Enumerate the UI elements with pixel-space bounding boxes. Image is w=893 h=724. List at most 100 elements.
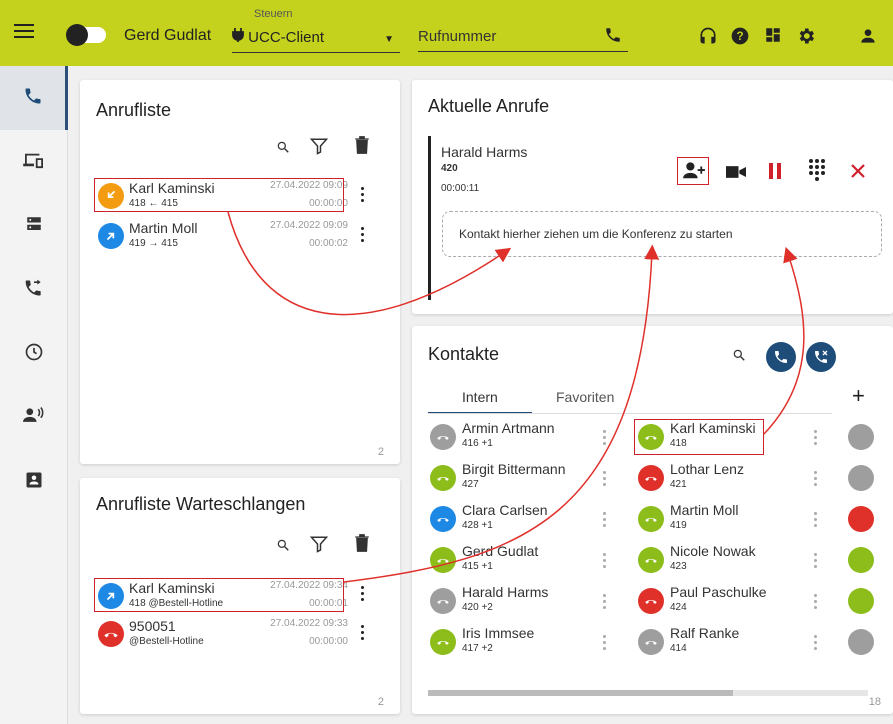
contact-item[interactable]: Lothar Lenz 421 — [636, 461, 806, 499]
sidebar-item-devices[interactable] — [0, 130, 68, 194]
contact-status-icon — [430, 588, 456, 614]
filter-icon[interactable] — [309, 137, 329, 160]
contact-status-icon[interactable] — [848, 629, 874, 655]
active-call-bar — [428, 136, 431, 300]
contact-detail: 420 +2 — [462, 602, 493, 613]
sidebar-item-calls[interactable] — [0, 66, 68, 130]
more-options-icon[interactable] — [814, 471, 818, 489]
contact-status-icon — [430, 465, 456, 491]
hang-up-close-icon[interactable] — [850, 163, 866, 184]
active-call-timer: 00:00:11 — [441, 183, 480, 194]
contact-item[interactable]: Martin Moll 419 — [636, 502, 806, 540]
presence-toggle[interactable] — [66, 24, 106, 46]
sidebar-item-forwarding[interactable] — [0, 258, 68, 322]
more-options-icon[interactable] — [361, 227, 365, 245]
contact-item[interactable]: Iris Immsee 417 +2 — [428, 625, 598, 663]
more-options-icon[interactable] — [361, 586, 365, 604]
control-select[interactable]: UCC-Client ▼ — [232, 28, 400, 53]
contact-detail: 419 — [670, 520, 687, 531]
more-options-icon[interactable] — [603, 594, 607, 612]
more-options-icon[interactable] — [603, 430, 607, 448]
contact-detail: 421 — [670, 479, 687, 490]
contact-status-icon[interactable] — [848, 588, 874, 614]
highlight-box — [94, 578, 344, 612]
contact-item[interactable]: Clara Carlsen 428 +1 — [428, 502, 598, 540]
contact-name: Iris Immsee — [462, 625, 535, 641]
more-options-icon[interactable] — [814, 553, 818, 571]
more-options-icon[interactable] — [603, 471, 607, 489]
dial-phone-icon[interactable] — [604, 26, 622, 48]
horizontal-scrollbar[interactable] — [428, 690, 868, 696]
conference-drop-zone[interactable]: Kontakt hierher ziehen um die Konferenz … — [442, 211, 882, 257]
tab-intern[interactable]: Intern — [462, 389, 498, 405]
queue-list-count: 2 — [377, 696, 384, 708]
list-item[interactable]: Martin Moll 419 → 415 27.04.2022 09:09 0… — [94, 218, 350, 254]
contact-item[interactable]: Armin Artmann 416 +1 — [428, 420, 598, 458]
devices-icon — [23, 151, 45, 174]
filter-icon[interactable] — [309, 535, 329, 558]
list-item[interactable]: 950051 @Bestell-Hotline 27.04.2022 09:33… — [94, 616, 350, 652]
contact-item[interactable]: Nicole Nowak 423 — [636, 543, 806, 581]
call-list-card: Anrufliste 2 — [80, 80, 400, 464]
search-icon[interactable] — [732, 348, 746, 367]
tab-favoriten[interactable]: Favoriten — [556, 389, 614, 405]
call-forward-filter-icon[interactable] — [766, 342, 796, 372]
tabs-divider — [428, 413, 832, 414]
sidebar-item-announcements[interactable] — [0, 386, 68, 450]
contact-status-icon[interactable] — [848, 465, 874, 491]
delete-icon[interactable] — [354, 534, 370, 557]
hold-pause-icon[interactable] — [769, 163, 781, 184]
more-options-icon[interactable] — [603, 553, 607, 571]
call-missed-filter-icon[interactable] — [806, 342, 836, 372]
contact-name: Nicole Nowak — [670, 543, 756, 559]
sidebar-item-history[interactable] — [0, 322, 68, 386]
chevron-down-icon: ▼ — [384, 34, 394, 45]
more-options-icon[interactable] — [814, 635, 818, 653]
contact-name: Birgit Bittermann — [462, 461, 566, 477]
more-options-icon[interactable] — [814, 512, 818, 530]
more-options-icon[interactable] — [361, 625, 365, 643]
dashboard-icon[interactable] — [764, 26, 782, 49]
svg-text:?: ? — [736, 30, 743, 43]
more-options-icon[interactable] — [361, 187, 365, 205]
current-calls-title: Aktuelle Anrufe — [428, 96, 550, 116]
contact-detail: 428 +1 — [462, 520, 493, 531]
headset-icon[interactable] — [698, 26, 718, 51]
phone-icon — [23, 86, 43, 111]
delete-icon[interactable] — [354, 136, 370, 159]
caller-name: Martin Moll — [129, 220, 198, 236]
more-options-icon[interactable] — [603, 635, 607, 653]
more-options-icon[interactable] — [603, 512, 607, 530]
menu-icon[interactable] — [14, 24, 34, 40]
video-camera-icon[interactable] — [726, 165, 746, 184]
sidebar-item-contacts[interactable] — [0, 450, 68, 514]
contact-status-icon — [638, 506, 664, 532]
contact-status-icon[interactable] — [848, 424, 874, 450]
add-participant-icon[interactable] — [682, 161, 706, 186]
dialpad-icon[interactable] — [808, 158, 826, 187]
add-contact-button[interactable]: + — [852, 383, 865, 409]
contact-status-icon[interactable] — [848, 547, 874, 573]
contact-item[interactable]: Ralf Ranke 414 — [636, 625, 806, 663]
phone-number-input[interactable]: Rufnummer — [418, 28, 628, 52]
contact-status-icon — [638, 465, 664, 491]
contact-detail: 424 — [670, 602, 687, 613]
scrollbar-thumb[interactable] — [428, 690, 733, 696]
user-profile-icon[interactable] — [858, 26, 878, 51]
search-icon[interactable] — [276, 538, 290, 557]
contact-item[interactable]: Paul Paschulke 424 — [636, 584, 806, 622]
more-options-icon[interactable] — [814, 594, 818, 612]
contacts-title: Kontakte — [428, 344, 500, 364]
contact-name: Gerd Gudlat — [462, 543, 539, 559]
search-icon[interactable] — [276, 140, 290, 159]
help-icon[interactable]: ? — [730, 26, 750, 51]
contact-item[interactable]: Birgit Bittermann 427 — [428, 461, 598, 499]
contact-status-icon[interactable] — [848, 506, 874, 532]
sidebar-item-servers[interactable] — [0, 194, 68, 258]
call-date: 27.04.2022 09:09 — [270, 220, 348, 231]
more-options-icon[interactable] — [814, 430, 818, 448]
queue-call-list-title: Anrufliste Warteschlangen — [96, 494, 306, 514]
contact-item[interactable]: Gerd Gudlat 415 +1 — [428, 543, 598, 581]
settings-gear-icon[interactable] — [796, 26, 816, 51]
contact-item[interactable]: Harald Harms 420 +2 — [428, 584, 598, 622]
